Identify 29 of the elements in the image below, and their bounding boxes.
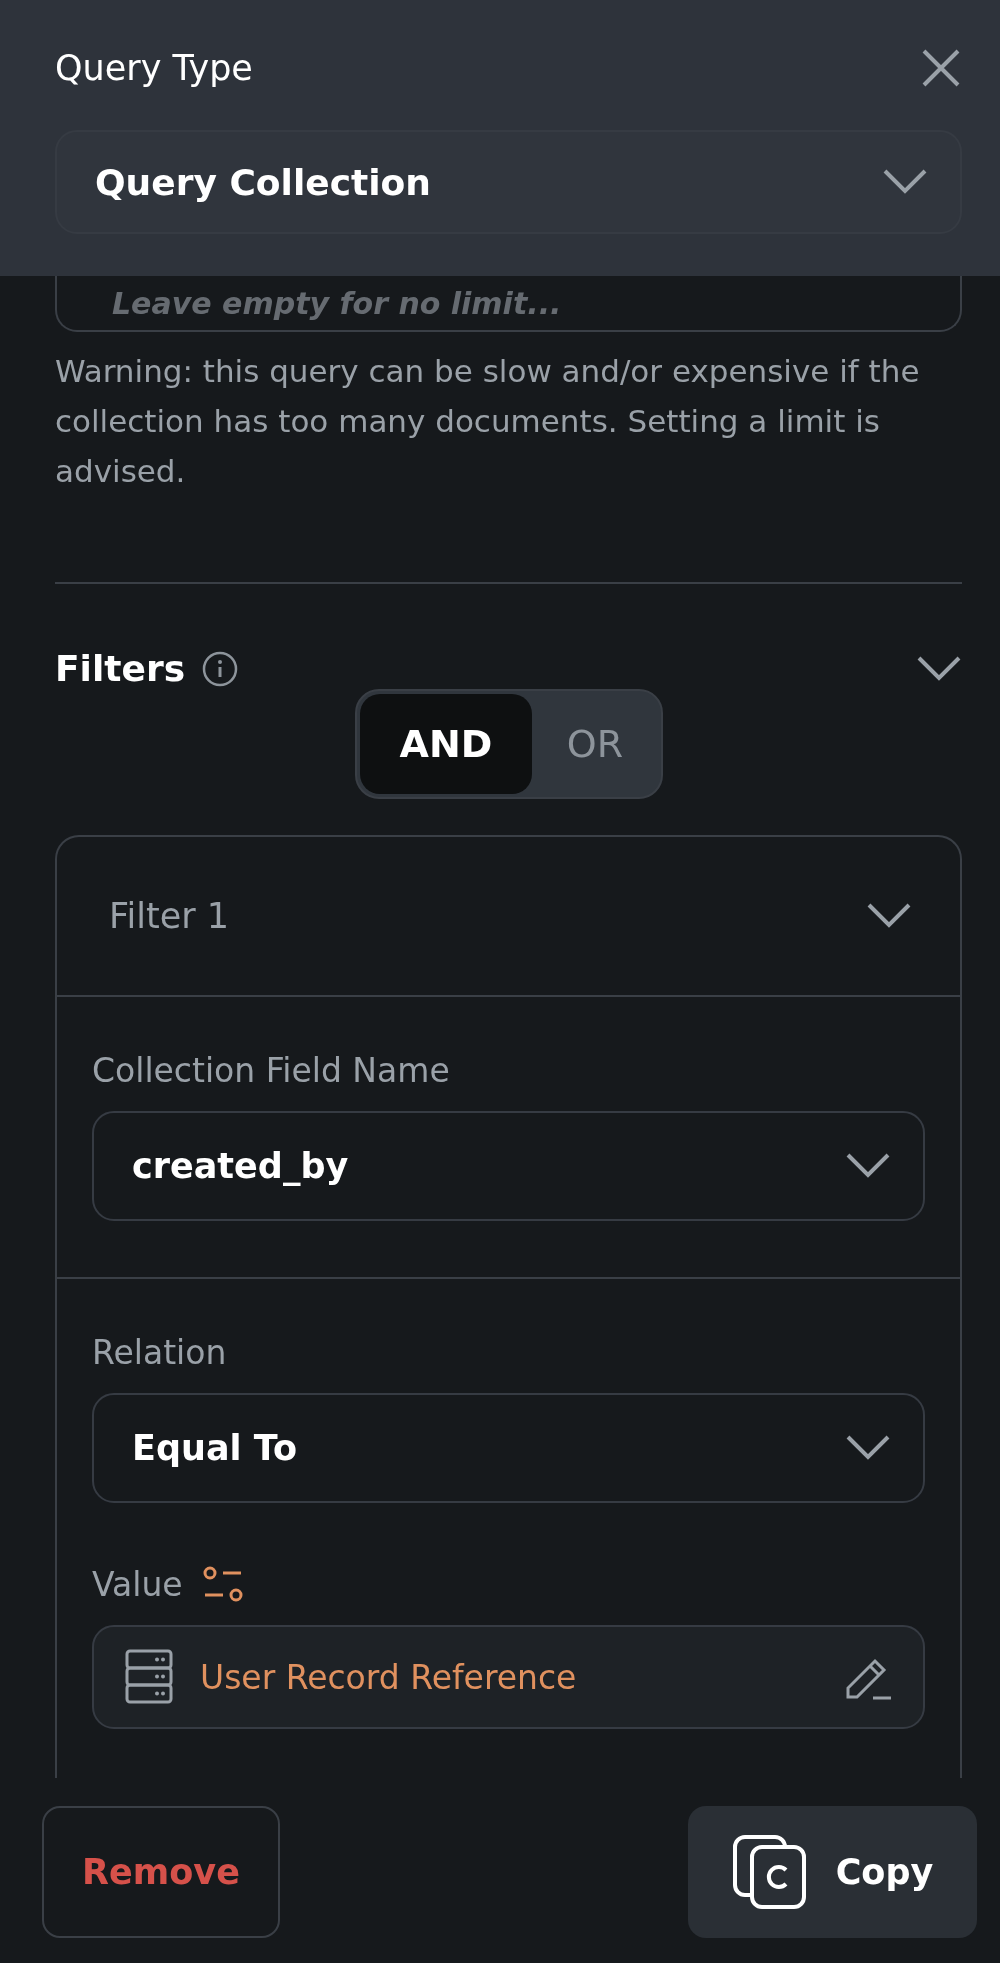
dropdown-value: created_by: [132, 1146, 349, 1186]
copy-icon: [731, 1834, 808, 1910]
value-field[interactable]: User Record Reference: [92, 1625, 925, 1729]
remove-button[interactable]: Remove: [42, 1806, 280, 1938]
field-label: Value: [92, 1564, 183, 1604]
logic-tab[interactable]: OR: [532, 694, 658, 794]
dropdown-value: Equal To: [132, 1428, 297, 1468]
dropdown-field[interactable]: Equal To: [92, 1393, 925, 1503]
logic-tab[interactable]: AND: [360, 694, 532, 794]
value-text: User Record Reference: [200, 1657, 578, 1697]
panel-title: Query Type: [55, 48, 253, 88]
chevron-down-icon[interactable]: [916, 654, 962, 683]
limit-field[interactable]: Leave empty for no limit...: [55, 276, 962, 332]
query-type-dropdown[interactable]: Query Collection: [55, 130, 962, 234]
copy-button[interactable]: Copy: [688, 1806, 977, 1938]
chevron-down-icon[interactable]: [882, 168, 928, 196]
field-label: Collection Field Name: [92, 1050, 450, 1090]
warning-text: Warning: this query can be slow and/or expensive if the collection has too many documents. Setting a limit is advised.: [55, 352, 921, 491]
chevron-down-icon[interactable]: [866, 902, 912, 930]
section-title: Filters: [55, 648, 186, 689]
dropdown-field[interactable]: created_by: [92, 1111, 925, 1221]
field-label: Relation: [92, 1332, 227, 1372]
chevron-down-icon[interactable]: [845, 1434, 891, 1462]
info-icon[interactable]: [201, 649, 240, 688]
dropdown-value: Query Collection: [95, 161, 431, 203]
filter-title: Filter 1: [109, 896, 230, 936]
close-icon[interactable]: [920, 47, 962, 89]
chevron-down-icon[interactable]: [845, 1152, 891, 1180]
database-icon: [124, 1648, 174, 1706]
